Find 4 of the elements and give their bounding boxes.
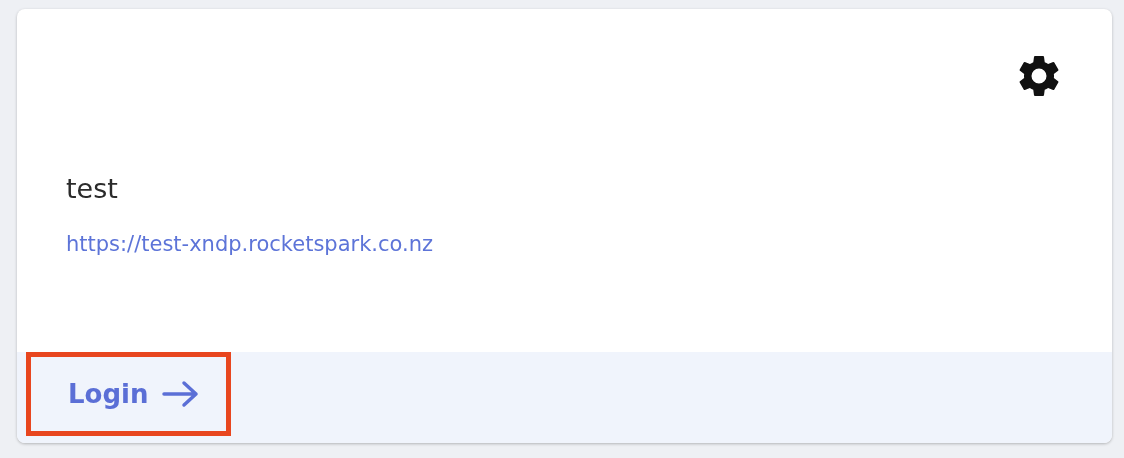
site-name: test xyxy=(66,173,119,204)
site-url-link[interactable]: https://test-xndp.rocketspark.co.nz xyxy=(66,232,434,256)
login-button[interactable]: Login xyxy=(26,352,232,436)
arrow-icon xyxy=(162,380,201,408)
